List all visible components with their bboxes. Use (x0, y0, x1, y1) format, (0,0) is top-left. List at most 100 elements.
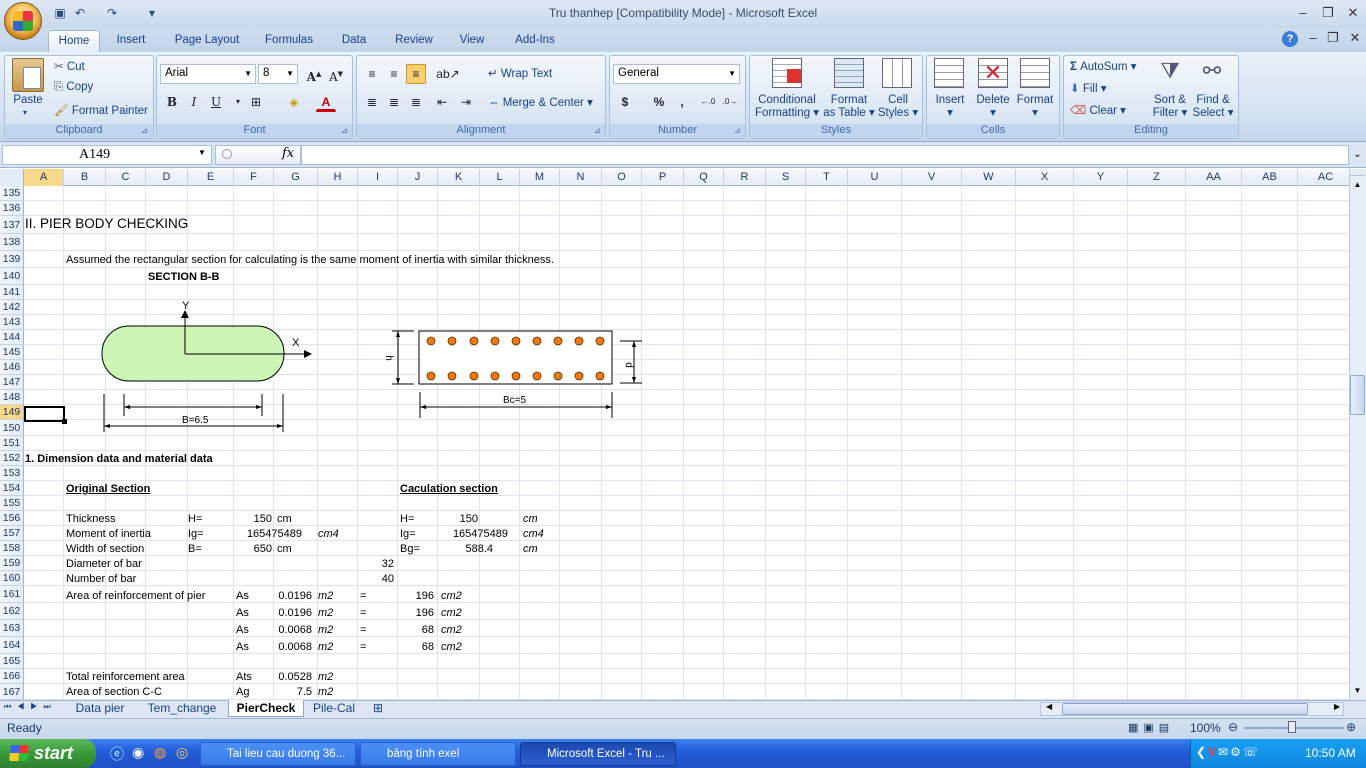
row-header-159[interactable]: 159 (0, 556, 24, 571)
row-header-144[interactable]: 144 (0, 330, 24, 345)
office-button[interactable] (4, 2, 42, 40)
row-header-150[interactable]: 150 (0, 420, 24, 436)
row-header-143[interactable]: 143 (0, 315, 24, 330)
clear-button[interactable]: ⌫ Clear ▾ (1070, 103, 1126, 117)
align-top-icon[interactable]: ≡ (362, 64, 382, 84)
scroll-left-icon[interactable]: ◀ (1046, 702, 1052, 711)
task-excel[interactable]: Microsoft Excel - Tru ... (520, 742, 676, 766)
maximize-icon[interactable]: ❐ (1317, 4, 1339, 22)
alignment-launcher-icon[interactable]: ⊿ (594, 126, 601, 135)
format-button[interactable]: Format ▾ (1014, 94, 1056, 120)
column-header-c[interactable]: C (106, 169, 146, 186)
cell-styles-button[interactable]: Cell Styles ▾ (876, 94, 920, 120)
tab-data[interactable]: Data (336, 30, 372, 52)
column-header-y[interactable]: Y (1074, 169, 1128, 186)
namebox-dropdown-icon[interactable]: ▼ (198, 148, 206, 157)
minimize-icon[interactable]: – (1292, 4, 1314, 22)
autosum-button[interactable]: Σ AutoSum ▾ (1070, 59, 1136, 73)
row-header-151[interactable]: 151 (0, 436, 24, 451)
vertical-scrollbar[interactable] (1349, 169, 1366, 700)
firefox-icon[interactable]: ◍ (154, 744, 166, 761)
ie-icon[interactable]: ⓔ (110, 744, 124, 764)
comma-button[interactable]: , (672, 92, 692, 112)
doc-minimize-icon[interactable]: – (1302, 29, 1324, 47)
italic-button[interactable]: I (184, 92, 204, 112)
row-header-156[interactable]: 156 (0, 511, 24, 526)
row-header-141[interactable]: 141 (0, 285, 24, 300)
number-launcher-icon[interactable]: ⊿ (734, 126, 741, 135)
column-header-s[interactable]: S (766, 169, 806, 186)
bold-button[interactable]: B (162, 92, 182, 112)
column-header-d[interactable]: D (146, 169, 188, 186)
percent-button[interactable]: % (649, 92, 669, 112)
row-header-135[interactable]: 135 (0, 186, 24, 201)
column-header-e[interactable]: E (188, 169, 234, 186)
insert-function-button[interactable]: fx (282, 146, 294, 161)
borders-icon[interactable]: ⊞ (246, 92, 266, 112)
insert-sheet-icon[interactable]: ⊞ (364, 700, 392, 717)
paste-button[interactable]: Paste (8, 94, 48, 107)
column-header-r[interactable]: R (724, 169, 766, 186)
font-size-select[interactable]: 8 ▼ (258, 64, 298, 84)
row-header-158[interactable]: 158 (0, 541, 24, 556)
row-header-161[interactable]: 161 (0, 586, 24, 603)
column-header-b[interactable]: B (64, 169, 106, 186)
tab-view[interactable]: View (454, 30, 490, 52)
sheet-tab-data-pier[interactable]: Data pier (64, 700, 136, 717)
name-box[interactable]: A149 (2, 145, 212, 165)
column-header-aa[interactable]: AA (1186, 169, 1242, 186)
column-header-x[interactable]: X (1016, 169, 1074, 186)
column-header-t[interactable]: T (806, 169, 848, 186)
tab-page-layout[interactable]: Page Layout (170, 30, 244, 52)
row-header-140[interactable]: 140 (0, 268, 24, 285)
orientation-icon[interactable]: ab↗ (434, 64, 462, 84)
tab-review[interactable]: Review (390, 30, 438, 52)
row-header-167[interactable]: 167 (0, 684, 24, 700)
shrink-font-icon[interactable]: A▼ (326, 64, 346, 84)
row-header-154[interactable]: 154 (0, 481, 24, 496)
formula-input[interactable] (301, 145, 1349, 165)
font-name-select[interactable]: Arial ▼ (160, 64, 256, 84)
select-all-corner[interactable] (0, 169, 24, 186)
row-header-166[interactable]: 166 (0, 669, 24, 684)
column-header-n[interactable]: N (560, 169, 602, 186)
column-header-v[interactable]: V (902, 169, 962, 186)
sheet-tab-pile-cal[interactable]: Pile-Cal (306, 700, 362, 717)
doc-close-icon[interactable]: ✕ (1344, 29, 1366, 47)
zoom-out-icon[interactable]: ⊖ (1228, 720, 1238, 734)
tab-formulas[interactable]: Formulas (260, 30, 318, 52)
row-header-165[interactable]: 165 (0, 654, 24, 669)
zoom-in-icon[interactable]: ⊕ (1346, 720, 1356, 734)
column-header-ac[interactable]: AC (1298, 169, 1354, 186)
horizontal-scroll-thumb[interactable] (1062, 703, 1308, 715)
close-icon[interactable]: ✕ (1342, 4, 1364, 22)
column-header-p[interactable]: P (642, 169, 684, 186)
row-header-155[interactable]: 155 (0, 496, 24, 511)
conditional-formatting-button[interactable]: Conditional Formatting ▾ (752, 94, 822, 120)
sheet-tab-piercheck[interactable]: PierCheck (228, 700, 304, 717)
align-center-icon[interactable]: ≣ (384, 92, 404, 112)
underline-dropdown-icon[interactable]: ▾ (228, 92, 248, 112)
row-header-153[interactable]: 153 (0, 466, 24, 481)
row-header-146[interactable]: 146 (0, 360, 24, 375)
paste-dropdown-icon[interactable]: ▾ (23, 108, 27, 117)
align-right-icon[interactable]: ≣ (406, 92, 426, 112)
underline-button[interactable]: U (206, 92, 226, 112)
row-header-139[interactable]: 139 (0, 251, 24, 268)
increase-decimal-icon[interactable]: ←.0 (698, 92, 718, 112)
format-as-table-button[interactable]: Format as Table ▾ (822, 94, 876, 120)
column-header-w[interactable]: W (962, 169, 1016, 186)
font-launcher-icon[interactable]: ⊿ (341, 126, 348, 135)
scroll-right-icon[interactable]: ▶ (1334, 702, 1340, 711)
expand-formula-icon[interactable]: ⌄ (1351, 145, 1364, 165)
row-header-145[interactable]: 145 (0, 345, 24, 360)
vertical-scroll-thumb[interactable] (1350, 375, 1365, 415)
column-header-a[interactable]: A (24, 169, 64, 186)
fill-button[interactable]: ⬇ Fill ▾ (1070, 81, 1107, 95)
row-header-152[interactable]: 152 (0, 451, 24, 466)
row-header-137[interactable]: 137 (0, 216, 24, 234)
help-icon[interactable]: ? (1282, 31, 1298, 47)
row-header-147[interactable]: 147 (0, 375, 24, 390)
column-header-k[interactable]: K (438, 169, 480, 186)
column-header-j[interactable]: J (398, 169, 438, 186)
